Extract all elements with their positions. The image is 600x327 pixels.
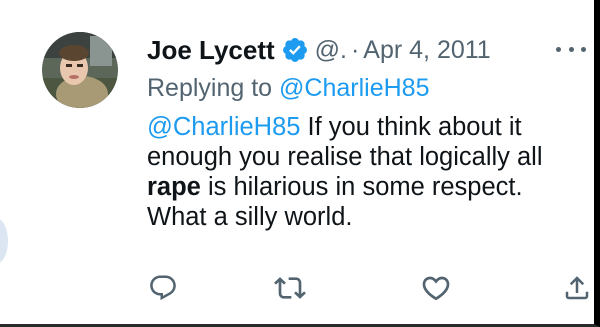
more-dot xyxy=(568,46,574,52)
reply-icon xyxy=(150,275,176,301)
tweet-actions xyxy=(0,270,594,306)
separator: · xyxy=(350,35,360,64)
heart-icon xyxy=(422,276,450,301)
tweet-text: @CharlieH85 If you think about it enough… xyxy=(147,112,587,232)
body-text-part: is hilarious in some respect. What a sil… xyxy=(147,173,523,231)
avatar[interactable] xyxy=(42,32,118,108)
tweet-header: Joe Lycett @. · Apr 4, 2011 xyxy=(147,34,491,66)
more-options-icon[interactable] xyxy=(556,38,586,60)
tweet-card[interactable]: Joe Lycett @. · Apr 4, 2011 Replying to … xyxy=(0,0,600,327)
retweet-button[interactable] xyxy=(272,270,308,306)
body-bold-word: rape xyxy=(147,173,201,201)
user-handle[interactable]: @. xyxy=(315,36,347,65)
tweet-date[interactable]: Apr 4, 2011 xyxy=(363,36,490,65)
share-icon xyxy=(565,276,589,300)
replying-label: Replying to xyxy=(147,74,273,102)
body-mention[interactable]: @CharlieH85 xyxy=(147,113,300,141)
reply-button[interactable] xyxy=(145,270,181,306)
like-button[interactable] xyxy=(418,270,454,306)
verified-badge-icon xyxy=(281,36,309,64)
share-button[interactable] xyxy=(559,270,594,306)
avatar-image xyxy=(42,32,118,108)
more-dot xyxy=(556,46,561,52)
partial-element xyxy=(0,218,8,264)
replying-to: Replying to @CharlieH85 xyxy=(147,74,429,103)
more-dot xyxy=(581,46,586,52)
replying-to-mention[interactable]: @CharlieH85 xyxy=(279,74,429,102)
retweet-icon xyxy=(274,277,306,299)
display-name[interactable]: Joe Lycett xyxy=(147,35,275,66)
